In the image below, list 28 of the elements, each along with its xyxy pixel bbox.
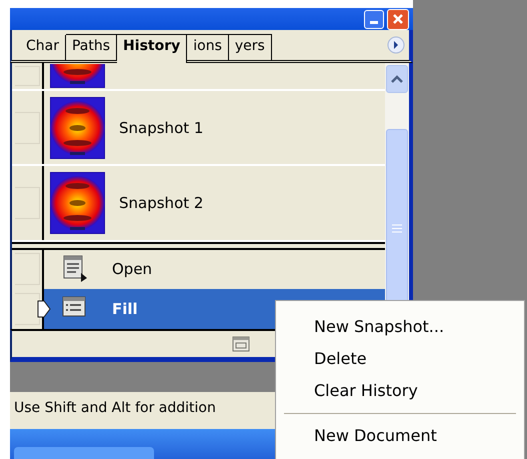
history-item[interactable]: Open [12,250,385,290]
minimize-button[interactable] [364,10,384,28]
tab[interactable]: yers [228,34,272,60]
source-checkbox[interactable] [14,293,40,326]
menu-item[interactable]: Clear History [276,375,524,407]
history-item[interactable]: Snapshot 2 [12,166,385,242]
panel-menu-button[interactable] [387,36,405,54]
document-icon [62,255,88,284]
close-icon [392,13,404,25]
play-icon [387,36,405,54]
menu-item[interactable]: Delete [276,343,524,375]
grip-icon [392,224,402,232]
minimize-icon [370,20,378,24]
menu-item[interactable]: New Document [276,420,524,452]
tab[interactable]: History [117,34,188,63]
tab[interactable]: Paths [66,34,118,60]
status-text: Use Shift and Alt for addition [14,400,216,416]
item-label: Snapshot 2 [119,194,204,212]
item-label: Fill [112,300,138,318]
window-icon[interactable] [232,336,250,352]
tab[interactable]: ions [187,34,229,60]
item-label: Open [112,260,152,278]
history-item[interactable] [12,63,385,91]
item-label: Snapshot 1 [119,118,204,136]
history-item[interactable]: Snapshot 1 [12,90,385,166]
scroll-up-button[interactable] [386,65,408,93]
state-marker-icon [37,300,51,318]
close-button[interactable] [387,8,409,30]
